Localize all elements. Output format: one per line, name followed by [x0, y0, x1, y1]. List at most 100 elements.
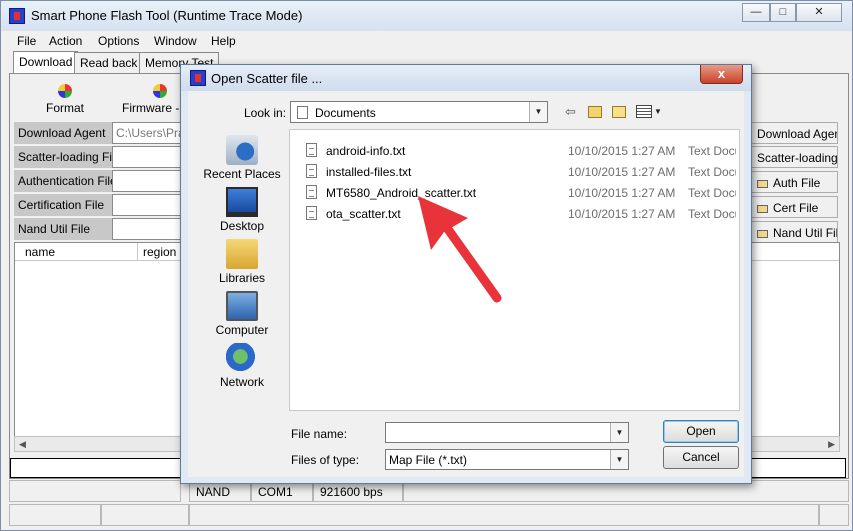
- menu-bar: File Action Options Window Help: [1, 31, 852, 52]
- recent-places-icon: [226, 135, 258, 165]
- column-name[interactable]: name: [25, 245, 55, 259]
- app-icon: [9, 8, 25, 24]
- file-type: Text Docu: [688, 165, 736, 179]
- firmware-icon: [153, 84, 168, 98]
- nand-util-file-button[interactable]: Nand Util File: [750, 221, 838, 243]
- menu-window[interactable]: Window: [154, 34, 197, 48]
- open-scatter-dialog: Open Scatter file ... x Look in: Documen…: [180, 64, 752, 484]
- place-libraries[interactable]: Libraries: [198, 239, 286, 285]
- nand-util-file-button-label: Nand Util File: [773, 226, 838, 240]
- main-title-bar[interactable]: Smart Phone Flash Tool (Runtime Trace Mo…: [1, 1, 852, 31]
- text-file-icon: [306, 143, 317, 157]
- authentication-file-label: Authentication File: [14, 170, 114, 192]
- download-agent-button[interactable]: Download Agent: [750, 122, 838, 144]
- look-in-label: Look in:: [244, 106, 287, 120]
- close-button[interactable]: ✕: [796, 3, 842, 22]
- file-name-input[interactable]: ▼: [385, 422, 629, 443]
- place-network-label: Network: [219, 375, 264, 389]
- libraries-icon: [226, 239, 258, 269]
- chevron-down-icon[interactable]: ▼: [610, 450, 628, 469]
- view-menu-icon[interactable]: [636, 105, 652, 118]
- download-agent-button-label: Download Agent: [757, 127, 838, 141]
- cert-file-button[interactable]: Cert File: [750, 196, 838, 218]
- place-computer[interactable]: Computer: [198, 291, 286, 337]
- place-network[interactable]: Network: [198, 343, 286, 389]
- place-recent-places[interactable]: Recent Places: [198, 135, 286, 181]
- file-type: Text Docu: [688, 207, 736, 221]
- scatter-loading-button-label: Scatter-loading: [757, 151, 838, 165]
- file-list[interactable]: android-info.txt 10/10/2015 1:27 AM Text…: [289, 129, 740, 411]
- format-label: Format: [46, 101, 85, 115]
- tab-read-back[interactable]: Read back: [74, 52, 144, 74]
- open-button[interactable]: Open: [663, 420, 739, 443]
- chevron-down-icon[interactable]: ▼: [529, 102, 547, 122]
- look-in-dropdown[interactable]: Documents ▼: [290, 101, 548, 123]
- file-name: ota_scatter.txt: [326, 207, 401, 221]
- dialog-close-button[interactable]: x: [700, 65, 743, 84]
- dialog-title-bar[interactable]: Open Scatter file ... x: [181, 65, 751, 91]
- status-cell-c: [189, 504, 819, 526]
- scroll-right-icon[interactable]: ▶: [828, 439, 835, 450]
- auth-file-button-label: Auth File: [773, 176, 821, 190]
- status-bar-secondary: [9, 504, 849, 526]
- dialog-body: Look in: Documents ▼ ⇦ ▼ Recent Places D…: [188, 91, 744, 477]
- file-name: MT6580_Android_scatter.txt: [326, 186, 477, 200]
- file-name: android-info.txt: [326, 144, 406, 158]
- scatter-loading-button[interactable]: Scatter-loading: [750, 146, 838, 168]
- documents-folder-icon: [297, 106, 308, 119]
- list-item[interactable]: android-info.txt 10/10/2015 1:27 AM Text…: [306, 142, 736, 160]
- main-window-title: Smart Phone Flash Tool (Runtime Trace Mo…: [31, 8, 303, 23]
- chevron-down-icon[interactable]: ▼: [610, 423, 628, 442]
- file-type: Text Docu: [688, 144, 736, 158]
- status-cell-b: [101, 504, 189, 526]
- download-agent-label: Download Agent: [14, 122, 114, 144]
- file-date: 10/10/2015 1:27 AM: [568, 186, 676, 200]
- scroll-left-icon[interactable]: ◀: [19, 439, 26, 450]
- dialog-app-icon: [190, 70, 206, 86]
- place-libraries-label: Libraries: [218, 271, 266, 285]
- list-item[interactable]: ota_scatter.txt 10/10/2015 1:27 AM Text …: [306, 205, 736, 223]
- menu-action[interactable]: Action: [49, 34, 82, 48]
- certification-file-label: Certification File: [14, 194, 114, 216]
- dialog-title: Open Scatter file ...: [211, 71, 323, 86]
- nand-util-file-label: Nand Util File: [14, 218, 114, 240]
- cancel-button[interactable]: Cancel: [663, 446, 739, 469]
- format-icon: [58, 84, 72, 98]
- file-name: installed-files.txt: [326, 165, 412, 179]
- back-arrow-icon[interactable]: ⇦: [565, 104, 576, 120]
- folder-icon: [757, 179, 768, 188]
- file-date: 10/10/2015 1:27 AM: [568, 207, 676, 221]
- computer-icon: [226, 291, 258, 321]
- minimize-button[interactable]: —: [742, 3, 770, 22]
- auth-file-button[interactable]: Auth File: [750, 171, 838, 193]
- up-folder-icon[interactable]: [588, 106, 602, 118]
- status-cell-empty: [9, 480, 181, 502]
- files-of-type-dropdown[interactable]: Map File (*.txt) ▼: [385, 449, 629, 470]
- network-icon: [226, 343, 258, 373]
- tab-download[interactable]: Download: [13, 51, 79, 74]
- files-of-type-value: Map File (*.txt): [389, 453, 468, 467]
- new-folder-icon[interactable]: [612, 106, 626, 118]
- text-file-icon: [306, 185, 317, 199]
- cert-file-button-label: Cert File: [773, 201, 819, 215]
- menu-file[interactable]: File: [17, 34, 36, 48]
- list-item[interactable]: installed-files.txt 10/10/2015 1:27 AM T…: [306, 163, 736, 181]
- place-desktop[interactable]: Desktop: [198, 187, 286, 233]
- places-bar: Recent Places Desktop Libraries Computer…: [198, 129, 286, 409]
- file-date: 10/10/2015 1:27 AM: [568, 144, 676, 158]
- files-of-type-label: Files of type:: [291, 453, 360, 467]
- status-cell-a: [9, 504, 101, 526]
- place-recent-places-label: Recent Places: [203, 167, 281, 181]
- view-menu-chevron-icon[interactable]: ▼: [654, 107, 662, 123]
- file-date: 10/10/2015 1:27 AM: [568, 165, 676, 179]
- menu-options[interactable]: Options: [98, 34, 139, 48]
- list-item[interactable]: MT6580_Android_scatter.txt 10/10/2015 1:…: [306, 184, 736, 202]
- place-desktop-label: Desktop: [219, 219, 265, 233]
- text-file-icon: [306, 206, 317, 220]
- folder-icon: [757, 229, 768, 238]
- scatter-loading-label: Scatter-loading File: [14, 146, 114, 168]
- format-button[interactable]: Format: [46, 84, 84, 115]
- file-name-label: File name:: [291, 427, 348, 441]
- maximize-button[interactable]: □: [770, 3, 796, 22]
- menu-help[interactable]: Help: [211, 34, 236, 48]
